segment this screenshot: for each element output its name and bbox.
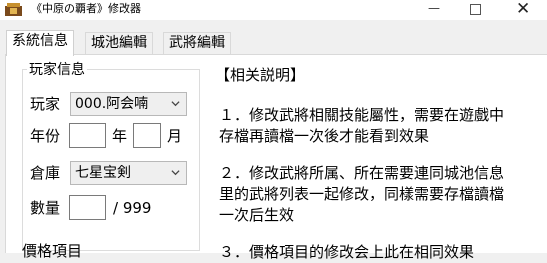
help-note-1: １．修改武將相關技能屬性，需要在遊戲中 存檔再讀檔一次後才能看到效果 [219, 105, 547, 147]
year-unit: 年 [112, 127, 128, 145]
warehouse-select-value: 七星宝剣 [75, 165, 131, 181]
help-note-1-line-2: 存檔再讀檔一次後才能看到效果 [219, 127, 430, 145]
chevron-down-icon [171, 101, 180, 107]
warehouse-label: 倉庫 [30, 164, 61, 182]
app-icon [5, 3, 22, 16]
year-label: 年份 [30, 127, 61, 145]
help-note-2-line-1: ２．修改武將所属、所在需要連同城池信息 [219, 164, 505, 182]
help-note-2-line-2: 里的武將列表一起修改，同樣需要存檔讀檔 [219, 185, 505, 203]
player-label: 玩家 [30, 95, 61, 113]
tab-general-edit[interactable]: 武將編輯 [163, 32, 231, 55]
month-input[interactable] [133, 123, 161, 148]
maximize-button[interactable] [470, 4, 481, 15]
tab-city-edit[interactable]: 城池編輯 [85, 32, 153, 55]
year-input[interactable] [69, 123, 106, 148]
window-title: 《中原の覇者》修改器 [31, 2, 141, 15]
price-group-title: 價格項目 [22, 242, 83, 260]
tab-system-info[interactable]: 系統信息 [6, 30, 74, 56]
help-title: 【相关説明】 [215, 66, 306, 84]
month-unit: 月 [167, 127, 183, 145]
help-note-2-line-3: 一次后生效 [219, 206, 295, 224]
help-note-3: ３．價格項目的修改会上此在相同效果 [219, 243, 475, 261]
minimize-button[interactable]: — [428, 1, 440, 15]
help-note-1-line-1: １．修改武將相關技能屬性，需要在遊戲中 [219, 106, 505, 124]
player-info-group-title: 玩家信息 [27, 61, 87, 79]
help-note-2: ２．修改武將所属、所在需要連同城池信息 里的武將列表一起修改，同樣需要存檔讀檔 … [219, 163, 547, 226]
close-button[interactable]: ✕ [516, 0, 530, 19]
player-select[interactable]: 000.阿会喃 [70, 92, 187, 116]
quantity-input[interactable] [69, 195, 106, 220]
quantity-label: 數量 [30, 199, 61, 217]
player-select-value: 000.阿会喃 [75, 96, 149, 112]
chevron-down-icon [171, 170, 180, 176]
title-bar: 《中原の覇者》修改器 — ✕ [0, 0, 547, 20]
warehouse-select[interactable]: 七星宝剣 [70, 161, 187, 185]
quantity-max: / 999 [113, 199, 152, 217]
